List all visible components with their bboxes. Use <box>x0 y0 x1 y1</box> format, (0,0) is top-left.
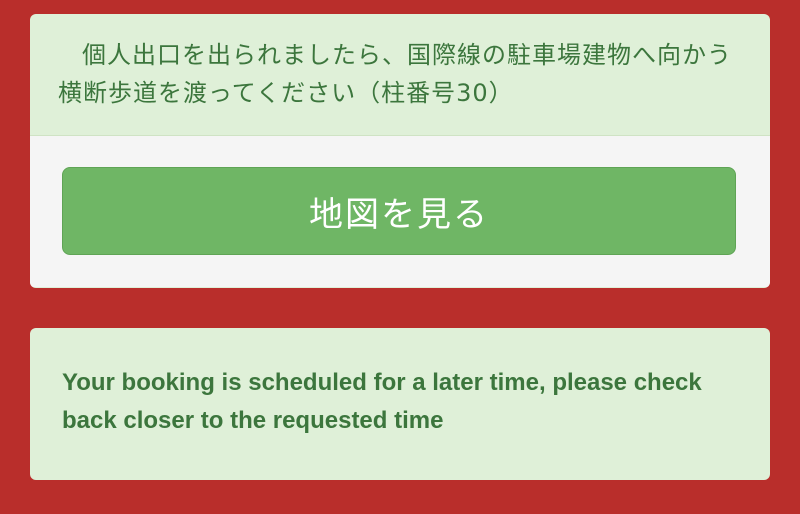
booking-notice: Your booking is scheduled for a later ti… <box>30 328 770 480</box>
booking-notice-message: Your booking is scheduled for a later ti… <box>62 369 702 434</box>
view-map-button[interactable]: 地図を見る <box>62 167 736 255</box>
directions-card-footer: 地図を見る <box>30 136 770 287</box>
directions-card: 個人出口を出られましたら、国際線の駐車場建物へ向かう横断歩道を渡ってください（柱… <box>30 14 770 288</box>
directions-text: 個人出口を出られましたら、国際線の駐車場建物へ向かう横断歩道を渡ってください（柱… <box>30 14 770 136</box>
